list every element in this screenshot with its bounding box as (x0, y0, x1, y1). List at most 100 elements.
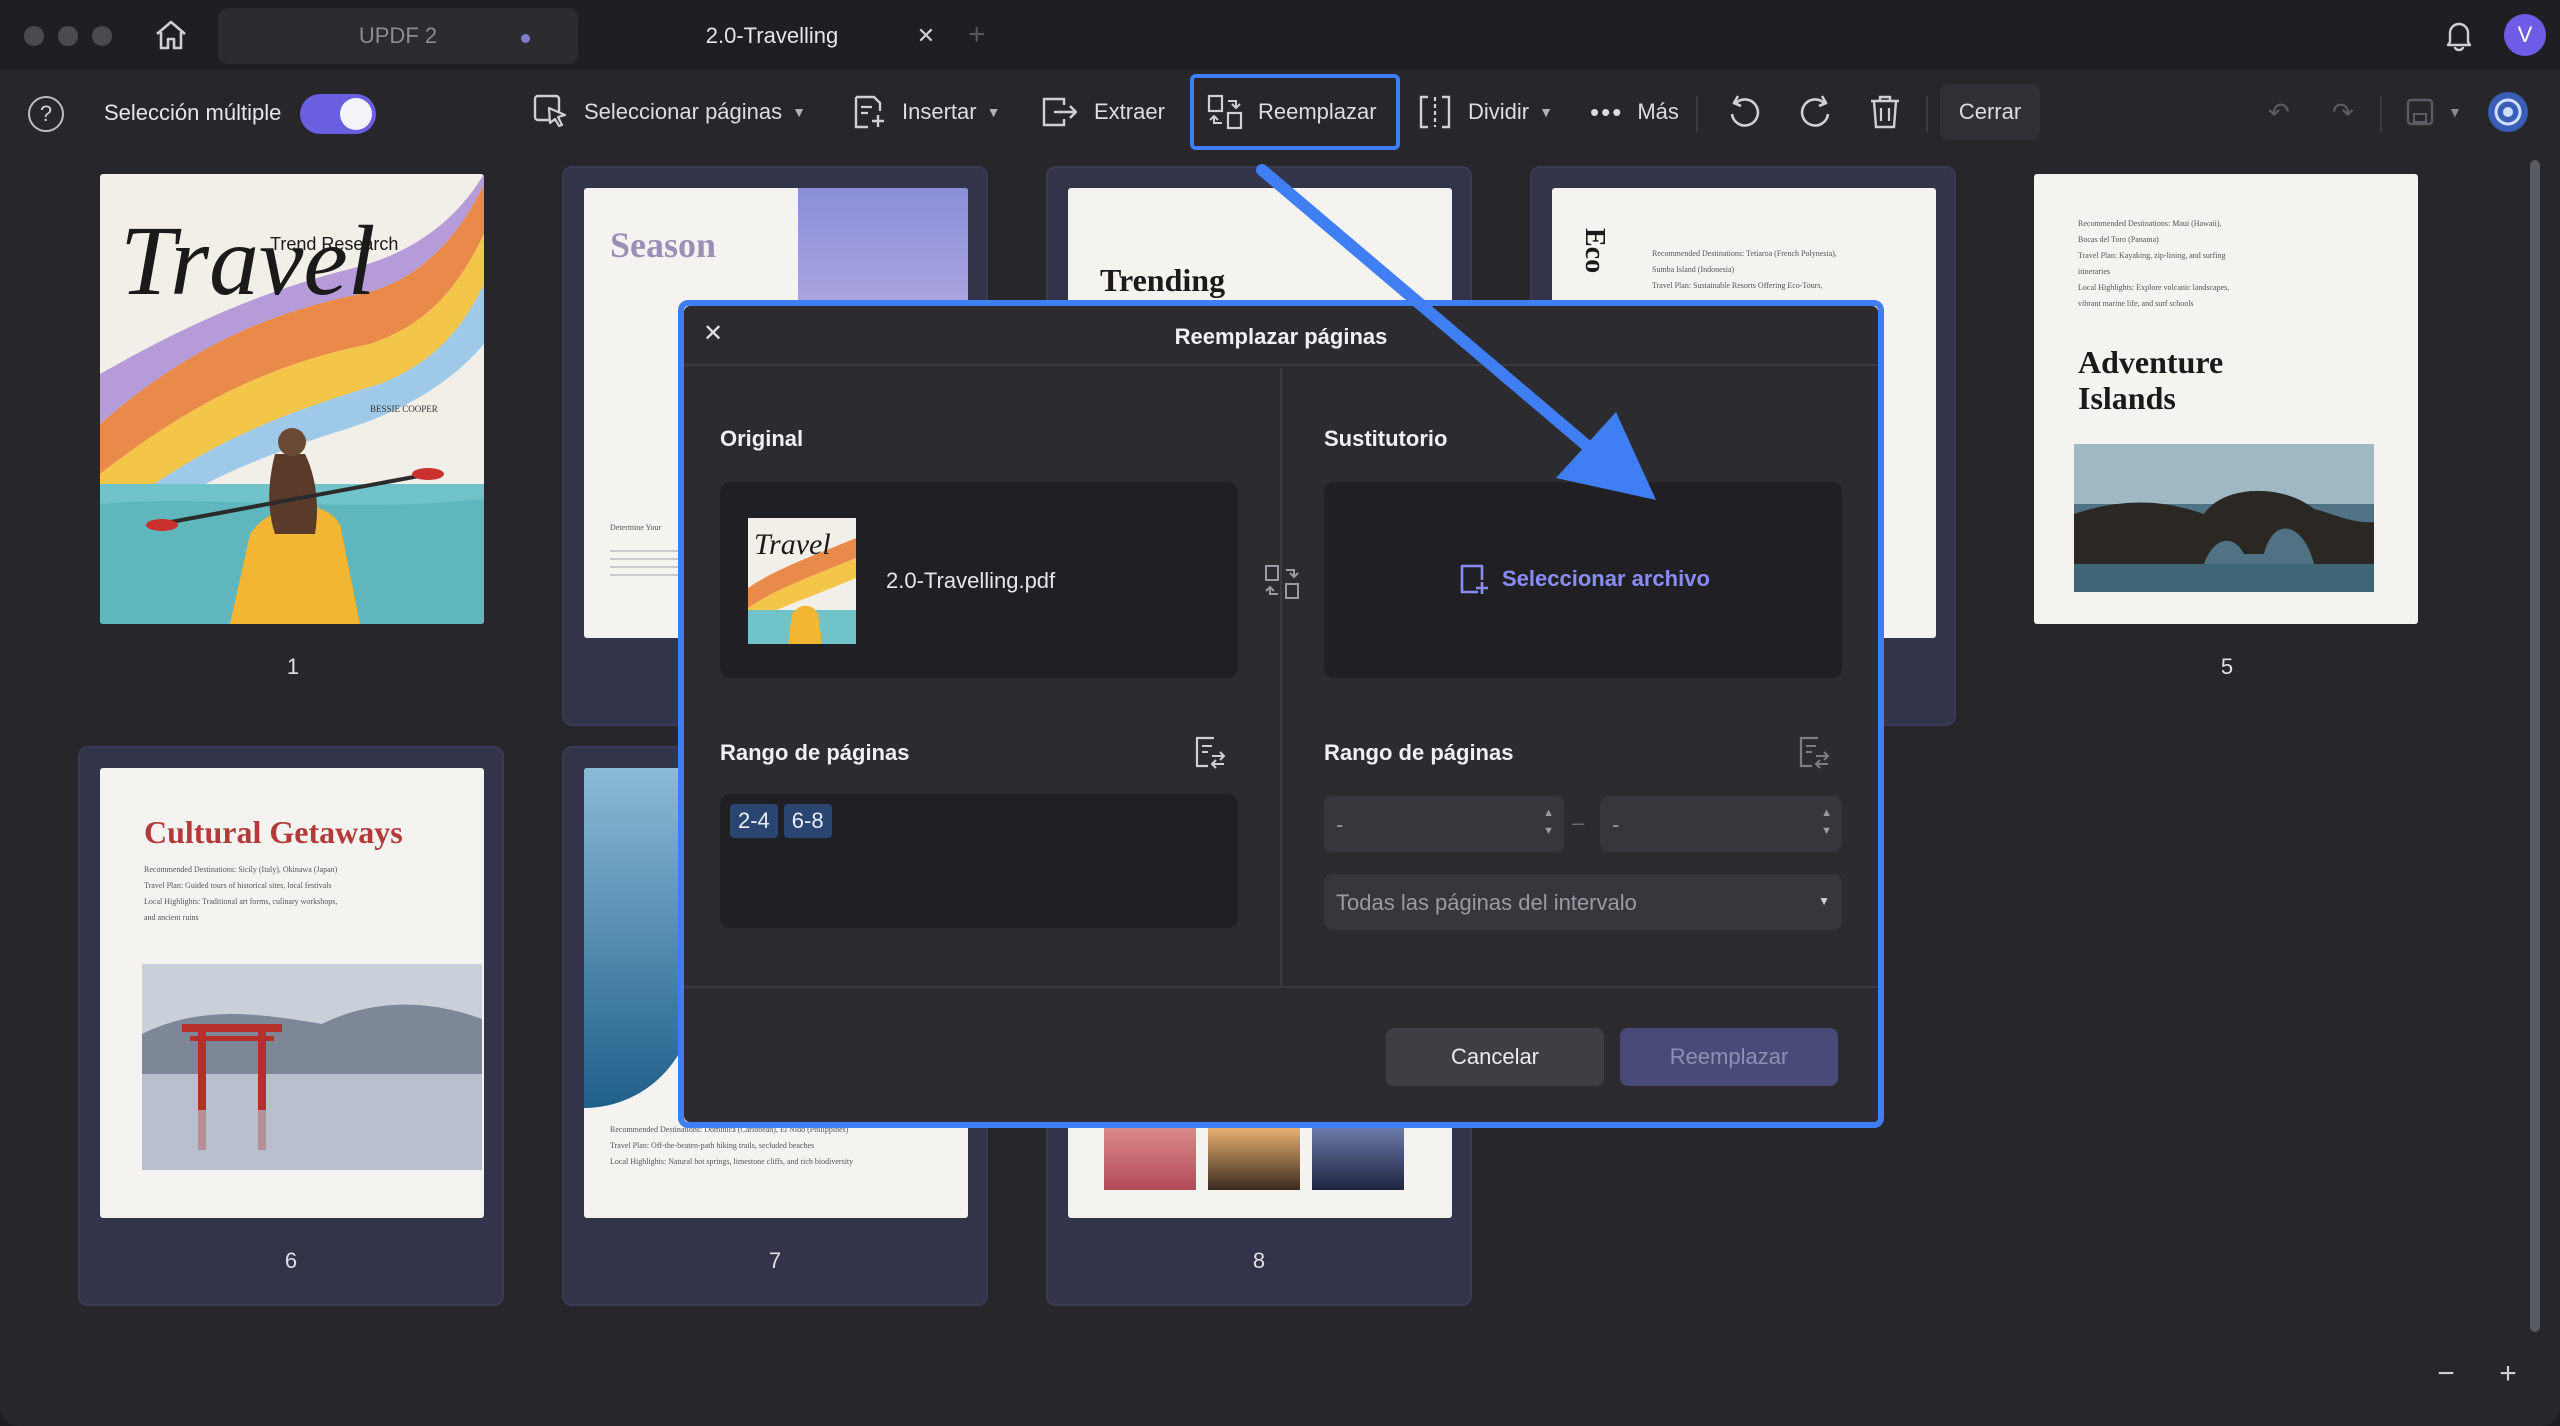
app-window: UPDF 2 2.0-Travelling ✕ + V ? Selección … (0, 0, 2560, 1426)
page-number: 8 (1252, 1248, 1266, 1273)
toolbar-divider (1696, 96, 1698, 132)
redo-icon[interactable]: ↷ (2332, 82, 2354, 142)
replace-pages-icon (1207, 94, 1243, 130)
extract-button[interactable]: Extraer (1040, 82, 1165, 142)
page-organizer-toolbar: ? Selección múltiple Seleccionar páginas… (0, 74, 2560, 154)
zoom-in-icon[interactable]: + (2490, 1356, 2526, 1392)
insert-label: Insertar (902, 99, 977, 124)
zoom-out-icon[interactable]: − (2428, 1356, 2464, 1392)
page-number: 6 (284, 1248, 298, 1273)
undo-icon[interactable]: ↶ (2268, 82, 2290, 142)
multi-select-label: Selección múltiple (104, 100, 282, 125)
interval-pages-select[interactable]: Todas las páginas del intervalo ▼ (1324, 874, 1842, 930)
title-bar: UPDF 2 2.0-Travelling ✕ + V (0, 0, 2560, 70)
page-text-line: Recommended Destinations: Sicily (Italy)… (144, 865, 338, 874)
range-chip[interactable]: 2-4 (730, 804, 778, 838)
ai-assistant-icon[interactable] (2486, 82, 2530, 142)
cancel-button[interactable]: Cancelar (1386, 1028, 1604, 1086)
unsaved-dot-icon (521, 34, 530, 43)
page-body-text: Determine Your (610, 523, 662, 532)
dialog-title: Reemplazar páginas (1174, 324, 1388, 349)
window-close-button[interactable] (24, 26, 44, 46)
user-avatar[interactable]: V (2504, 14, 2546, 56)
rotate-left-button[interactable] (1726, 82, 1762, 142)
swap-icon[interactable] (1262, 562, 1302, 602)
range-to-stepper[interactable]: - ▲ ▼ (1600, 796, 1842, 852)
range-separator: – (1572, 810, 1585, 835)
cover-author: BESSIE COOPER (370, 404, 438, 414)
original-range-input[interactable]: 2-4 6-8 (720, 794, 1238, 928)
chevron-down-icon: ▼ (1539, 104, 1553, 120)
replacement-label: Sustitutorio (1324, 426, 1448, 451)
page-card[interactable]: Recommended Destinations: Maui (Hawaii),… (2014, 154, 2440, 714)
page-range-picker-icon[interactable] (1192, 734, 1228, 775)
rotate-right-button[interactable] (1798, 82, 1834, 142)
window-minimize-button[interactable] (58, 26, 78, 46)
toggle-knob (340, 98, 372, 130)
page-text-line: Local Highlights: Traditional art forms,… (144, 897, 338, 906)
original-label: Original (720, 426, 804, 451)
cursor-select-icon (533, 94, 567, 128)
sea-arch-photo (2074, 444, 2374, 592)
dialog-column-divider (1280, 368, 1282, 988)
save-options-chevron-icon[interactable]: ▼ (2448, 82, 2462, 142)
page-number: 7 (768, 1248, 782, 1273)
cover-subtitle: Trend Research (270, 234, 399, 254)
more-button[interactable]: ••• Más (1590, 82, 1679, 142)
range-from-value: - (1336, 812, 1344, 837)
page-number: 1 (286, 654, 300, 679)
page-text-line: Travel Plan: Sustainable Resorts Offerin… (1652, 281, 1823, 290)
tab-updf[interactable]: UPDF 2 (218, 8, 578, 64)
close-organizer-button[interactable]: Cerrar (1940, 84, 2040, 140)
page-thumbnail: Recommended Destinations: Maui (Hawaii),… (2034, 174, 2418, 624)
page-card-selected[interactable]: Cultural Getaways Recommended Destinatio… (78, 746, 504, 1306)
insert-button[interactable]: Insertar ▼ (850, 82, 1000, 142)
stepper-arrows-icon[interactable]: ▲ ▼ (1821, 804, 1832, 840)
range-to-value: - (1612, 812, 1620, 837)
select-file-dropzone[interactable]: Seleccionar archivo (1324, 482, 1842, 678)
page-heading: Cultural Getaways (144, 814, 403, 850)
page-thumbnail: Cultural Getaways Recommended Destinatio… (100, 768, 484, 1218)
tab-label: UPDF 2 (358, 23, 438, 48)
range-chip[interactable]: 6-8 (783, 804, 832, 838)
torii-gate-photo (142, 964, 482, 1170)
sunset-photo (1104, 1128, 1196, 1190)
split-page-icon (1419, 95, 1451, 129)
page-text-line: Recommended Destinations: Tetiaroa (Fren… (1652, 249, 1837, 258)
help-icon[interactable]: ? (28, 96, 64, 132)
extract-label: Extraer (1094, 99, 1165, 124)
new-tab-icon[interactable]: + (968, 18, 986, 52)
page-range-picker-icon (1796, 734, 1832, 775)
tab-close-icon[interactable]: ✕ (912, 22, 940, 50)
page-number: 5 (2220, 654, 2234, 679)
tab-travelling[interactable]: 2.0-Travelling ✕ (592, 8, 952, 64)
page-card[interactable]: Travel Trend Research BESSIE COOPER 1 (80, 154, 506, 714)
replace-button[interactable]: Reemplazar (1206, 82, 1377, 142)
notification-bell-icon[interactable] (2442, 18, 2476, 52)
page-text-line: itineraries (2078, 267, 2110, 276)
chevron-down-icon: ▼ (986, 104, 1001, 120)
chevron-down-icon: ▼ (792, 104, 806, 120)
file-thumbnail: Travel (748, 518, 856, 644)
select-file-button[interactable]: Seleccionar archivo (1458, 562, 1710, 596)
add-file-icon (1460, 564, 1488, 594)
page-text-line: Bocas del Toro (Panama) (2078, 235, 2159, 244)
page-text-line: and ancient ruins (144, 913, 199, 922)
select-pages-button[interactable]: Seleccionar páginas ▼ (532, 82, 806, 142)
window-zoom-button[interactable] (92, 26, 112, 46)
original-file-panel: Travel 2.0-Travelling.pdf (720, 482, 1238, 678)
delete-button[interactable] (1868, 82, 1902, 142)
replace-pages-dialog: ✕ Reemplazar páginas Original Travel 2.0… (684, 306, 1878, 1122)
insert-page-icon (854, 95, 884, 129)
home-icon[interactable] (150, 16, 192, 54)
save-icon[interactable] (2404, 82, 2436, 142)
boat-dusk-photo (1312, 1128, 1404, 1190)
split-button[interactable]: Dividir ▼ (1416, 82, 1553, 142)
stepper-arrows-icon[interactable]: ▲ ▼ (1543, 804, 1554, 840)
replace-confirm-button[interactable]: Reemplazar (1620, 1028, 1838, 1086)
page-text-line: Travel Plan: Guided tours of historical … (144, 881, 332, 890)
page-text-line: Travel Plan: Off-the-beaten-path hiking … (610, 1141, 815, 1150)
range-from-stepper[interactable]: - ▲ ▼ (1324, 796, 1564, 852)
multi-select-toggle[interactable] (300, 94, 376, 134)
vertical-scrollbar[interactable] (2530, 160, 2540, 1332)
